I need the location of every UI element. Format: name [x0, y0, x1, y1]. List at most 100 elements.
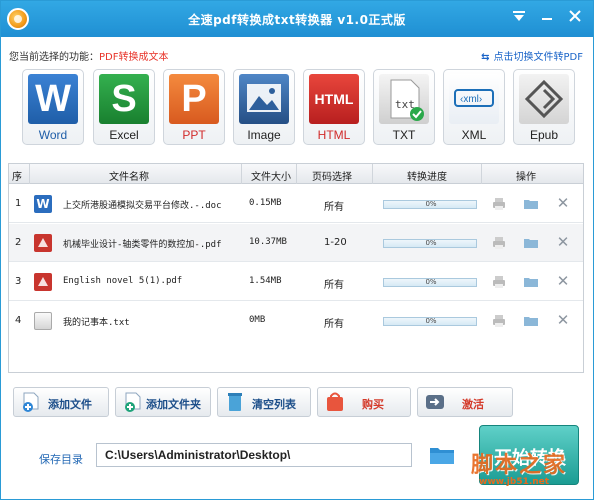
- watermark-text: 脚本之家: [471, 453, 568, 478]
- delete-icon[interactable]: ✕: [555, 312, 571, 328]
- progress-bar: 0%: [383, 239, 477, 248]
- file-table: 序 文件名称 文件大小 页码选择 转换进度 操作 1 W 上交所港股通模拟交易平…: [8, 163, 584, 373]
- progress-text: 0%: [425, 200, 437, 208]
- table-row[interactable]: 4 我的记事本.txt 0MB 所有 0% ✕: [9, 302, 583, 340]
- page-selection[interactable]: 所有: [324, 276, 344, 291]
- activate-label: 激活: [462, 398, 484, 411]
- file-size: 1.54MB: [249, 276, 282, 286]
- folder-icon[interactable]: [523, 196, 539, 212]
- xml-icon: ‹xml›: [449, 74, 499, 124]
- txt-file-icon: [34, 312, 52, 330]
- col-header-size: 文件大小: [251, 172, 291, 183]
- page-selection[interactable]: 所有: [324, 198, 344, 213]
- format-label: Epub: [529, 128, 559, 142]
- folder-icon[interactable]: [523, 274, 539, 290]
- add-folder-icon: [122, 391, 144, 413]
- swap-arrows-icon: ⇆: [481, 52, 490, 63]
- current-function-label: 您当前选择的功能：: [9, 52, 99, 63]
- excel-icon: S: [99, 74, 149, 124]
- folder-icon[interactable]: [523, 313, 539, 329]
- word-icon: W: [28, 74, 78, 124]
- col-header-index: 序: [12, 172, 22, 183]
- col-header-progress: 转换进度: [407, 172, 447, 183]
- table-header: 序 文件名称 文件大小 页码选择 转换进度 操作: [9, 164, 583, 184]
- txt-icon: txt: [379, 74, 429, 124]
- format-image-button[interactable]: Image: [233, 69, 295, 145]
- buy-button[interactable]: 购买: [317, 387, 411, 417]
- add-file-button[interactable]: 添加文件: [13, 387, 109, 417]
- browse-folder-icon[interactable]: [429, 445, 455, 465]
- svg-text:‹xml›: ‹xml›: [460, 94, 482, 105]
- shopping-bag-icon: [324, 391, 346, 413]
- file-name: 机械毕业设计-轴类零件的数控加-.pdf: [63, 240, 222, 250]
- epub-icon: [519, 74, 569, 124]
- minimize-button[interactable]: [537, 9, 557, 27]
- print-icon[interactable]: [491, 274, 507, 290]
- trash-icon: [224, 391, 246, 413]
- format-ppt-button[interactable]: P PPT: [163, 69, 225, 145]
- col-header-actions: 操作: [516, 172, 536, 183]
- progress-text: 0%: [425, 278, 437, 286]
- html-icon: HTML: [309, 74, 359, 124]
- activate-button[interactable]: 激活: [417, 387, 513, 417]
- save-dir-input[interactable]: [96, 443, 412, 467]
- current-function: 您当前选择的功能：PDF转换成文本: [9, 48, 168, 63]
- current-function-value: PDF转换成文本: [99, 52, 169, 63]
- format-word-button[interactable]: W Word: [22, 69, 84, 145]
- clear-list-label: 清空列表: [252, 398, 296, 411]
- print-icon[interactable]: [491, 235, 507, 251]
- add-folder-label: 添加文件夹: [146, 398, 201, 411]
- window-title: 全速pdf转换成txt转换器 v1.0正式版: [188, 13, 406, 27]
- delete-icon[interactable]: ✕: [555, 273, 571, 289]
- format-label: HTML: [317, 128, 351, 142]
- switch-mode-link[interactable]: ⇆ 点击切换文件转PDF: [481, 48, 583, 63]
- format-label: Excel: [109, 128, 139, 142]
- add-file-icon: [20, 391, 42, 413]
- image-icon: [239, 74, 289, 124]
- format-xml-button[interactable]: ‹xml› XML: [443, 69, 505, 145]
- row-index: 4: [15, 315, 22, 326]
- key-icon: [424, 391, 446, 413]
- format-label: XML: [461, 128, 487, 142]
- close-button[interactable]: [565, 9, 585, 27]
- format-label: Word: [38, 128, 68, 142]
- table-row[interactable]: 3 English novel 5(1).pdf 1.54MB 所有 0% ✕: [9, 263, 583, 301]
- save-dir-label: 保存目录: [39, 453, 83, 466]
- menu-dropdown-icon[interactable]: [509, 9, 529, 27]
- format-label: TXT: [392, 128, 416, 142]
- format-txt-button[interactable]: txt TXT: [373, 69, 435, 145]
- format-label: PPT: [182, 128, 206, 142]
- delete-icon[interactable]: ✕: [555, 195, 571, 211]
- print-icon[interactable]: [491, 313, 507, 329]
- progress-bar: 0%: [383, 278, 477, 287]
- format-label: Image: [247, 128, 281, 142]
- svg-text:txt: txt: [395, 98, 415, 111]
- progress-text: 0%: [425, 239, 437, 247]
- format-excel-button[interactable]: S Excel: [93, 69, 155, 145]
- file-name: 我的记事本.txt: [63, 318, 130, 328]
- format-html-button[interactable]: HTML HTML: [303, 69, 365, 145]
- progress-bar: 0%: [383, 200, 477, 209]
- folder-icon[interactable]: [523, 235, 539, 251]
- row-index: 2: [15, 237, 22, 248]
- delete-icon[interactable]: ✕: [555, 234, 571, 250]
- print-icon[interactable]: [491, 196, 507, 212]
- add-folder-button[interactable]: 添加文件夹: [115, 387, 211, 417]
- row-index: 3: [15, 276, 22, 287]
- format-epub-button[interactable]: Epub: [513, 69, 575, 145]
- file-size: 0MB: [249, 315, 266, 325]
- progress-text: 0%: [425, 317, 437, 325]
- table-row[interactable]: 2 机械毕业设计-轴类零件的数控加-.pdf 10.37MB 1-20 0% ✕: [9, 224, 583, 262]
- file-size: 10.37MB: [249, 237, 287, 247]
- title-bar: 全速pdf转换成txt转换器 v1.0正式版: [1, 1, 593, 37]
- progress-bar: 0%: [383, 317, 477, 326]
- switch-mode-label: 点击切换文件转PDF: [493, 52, 583, 63]
- col-header-name: 文件名称: [109, 172, 149, 183]
- app-window: 全速pdf转换成txt转换器 v1.0正式版 您当前选择的功能：PDF转换成文本…: [0, 0, 594, 500]
- table-row[interactable]: 1 W 上交所港股通模拟交易平台修改.-.doc 0.15MB 所有 0% ✕: [9, 185, 583, 223]
- buy-label: 购买: [362, 398, 384, 411]
- page-selection[interactable]: 所有: [324, 315, 344, 330]
- clear-list-button[interactable]: 清空列表: [217, 387, 311, 417]
- ppt-icon: P: [169, 74, 219, 124]
- page-selection[interactable]: 1-20: [324, 237, 347, 248]
